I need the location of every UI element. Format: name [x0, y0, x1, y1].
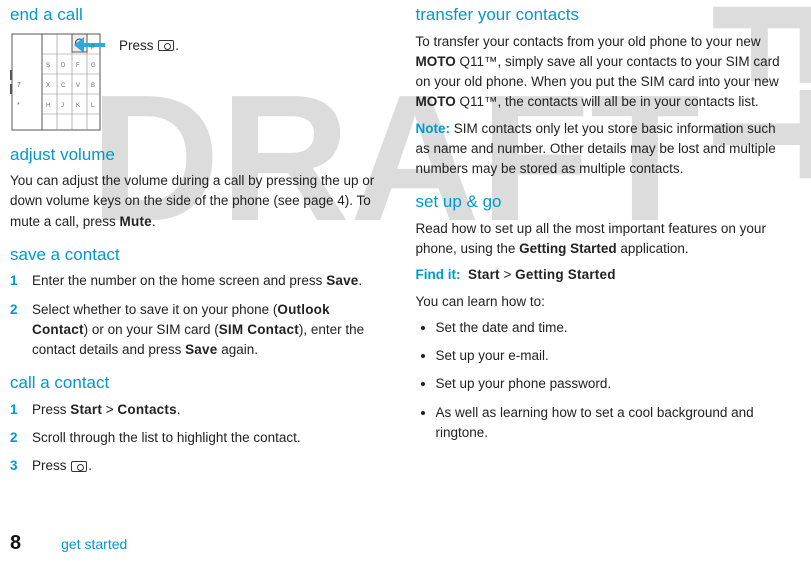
tr-moto1: MOTO: [416, 54, 456, 69]
svg-text:H: H: [46, 103, 50, 109]
save2-b2: SIM Contact: [219, 322, 299, 337]
bullet-2: Set up your e-mail.: [436, 346, 792, 366]
adjust-volume-body: You can adjust the volume during a call …: [10, 171, 386, 232]
call-contact-steps: Press Start > Contacts. Scroll through t…: [10, 400, 386, 477]
setup-gs: Getting Started: [519, 241, 617, 256]
heading-transfer-contacts: transfer your contacts: [416, 2, 792, 28]
heading-setup-go: set up & go: [416, 189, 792, 215]
svg-text:C: C: [61, 83, 66, 89]
footer-section-label: get started: [61, 536, 127, 552]
setup-2: application.: [617, 241, 689, 256]
call-step-2: Scroll through the list to highlight the…: [32, 428, 386, 448]
adjust-end: .: [152, 214, 156, 229]
tr-3: Q11™, the contacts will all be in your c…: [456, 94, 759, 109]
save-step-1: Enter the number on the home screen and …: [32, 271, 386, 291]
bullet-3: Set up your phone password.: [436, 374, 792, 394]
adjust-text: You can adjust the volume during a call …: [10, 173, 374, 229]
save1-pre: Enter the number on the home screen and …: [32, 273, 326, 288]
svg-text:B: B: [91, 83, 95, 89]
save1-b: Save: [326, 273, 358, 288]
call1-pre: Press: [32, 402, 70, 417]
note-label: Note:: [416, 121, 451, 136]
heading-end-a-call: end a call: [10, 2, 386, 28]
svg-text:D: D: [61, 63, 66, 69]
bullet-4: As well as learning how to set a cool ba…: [436, 403, 792, 444]
call1-post: .: [177, 402, 181, 417]
save2-mid: ) or on your SIM card (: [84, 322, 219, 337]
page-footer: 8 get started: [10, 532, 127, 555]
page-number: 8: [10, 532, 21, 555]
save2-post: again.: [217, 342, 258, 357]
note-paragraph: Note: SIM contacts only let you store ba…: [416, 119, 792, 180]
svg-text:G: G: [91, 63, 96, 69]
call-step-1: Press Start > Contacts.: [32, 400, 386, 420]
call2-text: Scroll through the list to highlight the…: [32, 430, 301, 445]
call-step-3: Press .: [32, 456, 386, 476]
save1-post: .: [359, 273, 363, 288]
svg-text:V: V: [76, 83, 80, 89]
find-it-label: Find it:: [416, 267, 461, 282]
svg-text:L: L: [91, 103, 95, 109]
press-label-pre: Press: [119, 38, 157, 53]
svg-text:J: J: [61, 103, 64, 109]
heading-save-contact: save a contact: [10, 242, 386, 268]
tr-2: Q11™, simply save all your contacts to y…: [416, 54, 780, 89]
svg-text:X: X: [46, 83, 50, 89]
note-body: SIM contacts only let you store basic in…: [416, 121, 776, 177]
heading-adjust-volume: adjust volume: [10, 142, 386, 168]
call1-b1: Start: [70, 402, 102, 417]
call3-pre: Press: [32, 458, 70, 473]
call1-b2: Contacts: [117, 402, 176, 417]
phone-keypad-diagram: 7 * S X H D C J F V K P G B L: [10, 32, 105, 132]
call3-post: .: [88, 458, 92, 473]
bullet-1: Set the date and time.: [436, 318, 792, 338]
save-step-2: Select whether to save it on your phone …: [32, 300, 386, 361]
mute-label: Mute: [120, 214, 152, 229]
svg-text:*: *: [17, 102, 20, 109]
learn-intro: You can learn how to:: [416, 292, 792, 312]
press-label-post: .: [175, 38, 179, 53]
transfer-body: To transfer your contacts from your old …: [416, 32, 792, 113]
setup-body: Read how to set up all the most importan…: [416, 219, 792, 260]
find-path-start: Start: [468, 267, 500, 282]
call-key-icon: [71, 461, 87, 472]
save2-pre: Select whether to save it on your phone …: [32, 302, 277, 317]
svg-text:7: 7: [17, 82, 21, 89]
heading-call-contact: call a contact: [10, 370, 386, 396]
call1-mid: >: [102, 402, 117, 417]
svg-text:K: K: [76, 103, 80, 109]
svg-text:P: P: [91, 45, 95, 51]
save2-b3: Save: [185, 342, 217, 357]
find-path-gs: Getting Started: [515, 267, 616, 282]
save-contact-steps: Enter the number on the home screen and …: [10, 271, 386, 360]
tr-moto2: MOTO: [416, 94, 456, 109]
learn-bullet-list: Set the date and time. Set up your e-mai…: [416, 318, 792, 443]
find-it-line: Find it: Start > Getting Started: [416, 265, 792, 285]
find-sep: >: [500, 267, 515, 282]
end-key-icon: [158, 40, 174, 51]
svg-text:S: S: [46, 63, 50, 69]
press-end-key-instruction: Press .: [119, 32, 179, 56]
svg-text:F: F: [76, 63, 80, 69]
tr-1: To transfer your contacts from your old …: [416, 34, 761, 49]
